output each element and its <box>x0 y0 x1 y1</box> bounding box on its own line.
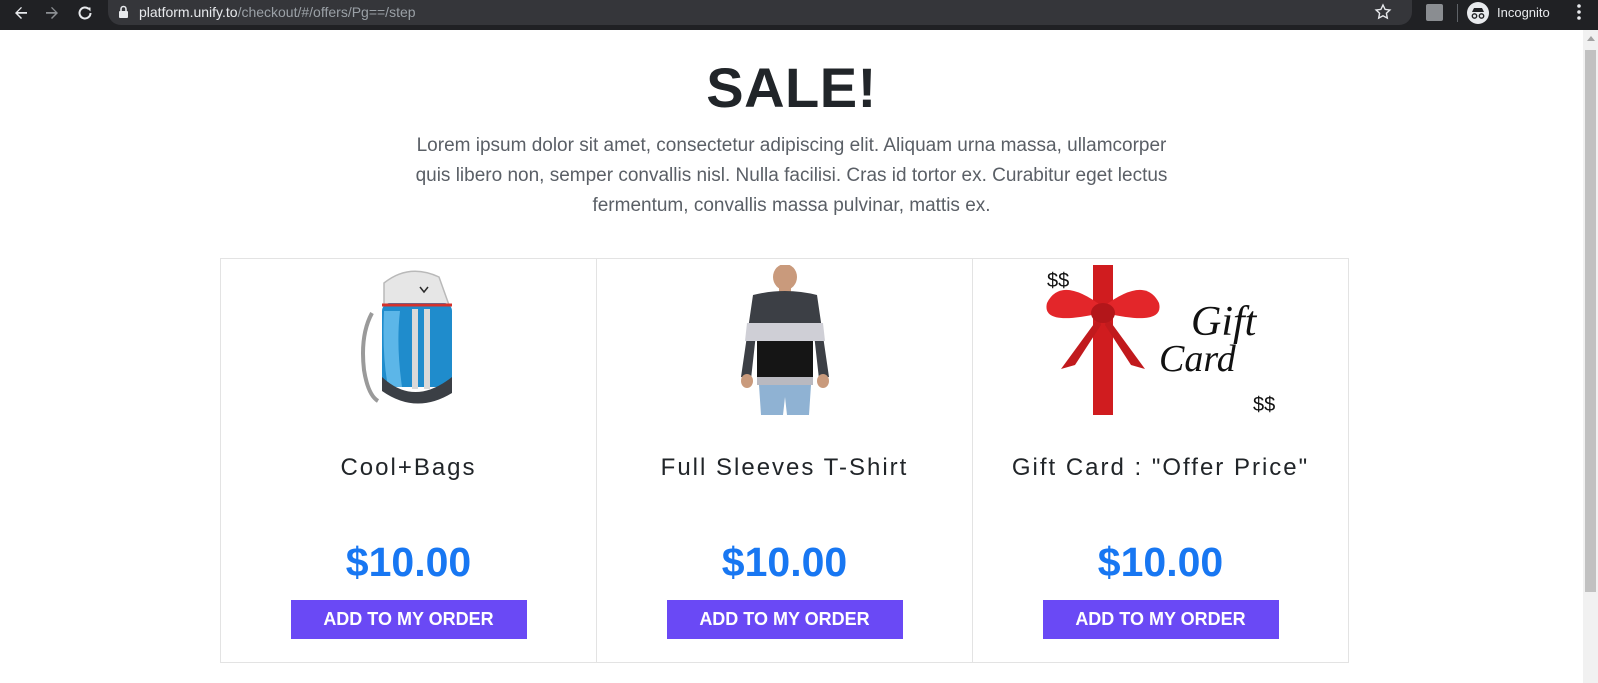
add-to-order-button[interactable]: ADD TO MY ORDER <box>290 600 527 639</box>
toolbar-divider <box>1457 4 1458 22</box>
browser-toolbar: platform.unify.to/checkout/#/offers/Pg==… <box>0 0 1598 30</box>
reload-icon[interactable] <box>70 0 100 26</box>
product-name: Cool+Bags <box>340 454 477 481</box>
product-price: $10.00 <box>1097 539 1224 585</box>
scrollbar-thumb[interactable] <box>1585 50 1596 592</box>
product-card: $$ $$ Gift Card Gift Card : "Offer Price… <box>973 259 1348 662</box>
product-price: $10.00 <box>721 539 848 585</box>
product-name: Full Sleeves T-Shirt <box>660 454 909 481</box>
incognito-icon <box>1467 1 1489 24</box>
backpack-image <box>221 265 596 415</box>
url-host: platform.unify.to <box>139 4 238 20</box>
url-path: /checkout/#/offers/Pg==/step <box>237 4 416 20</box>
page-description: Lorem ipsum dolor sit amet, consectetur … <box>415 135 1168 216</box>
product-card: Cool+Bags $10.00 ADD TO MY ORDER <box>221 259 597 662</box>
lock-icon <box>118 5 129 24</box>
page-scrollbar[interactable] <box>1583 30 1598 683</box>
more-menu-icon[interactable] <box>1576 3 1582 26</box>
url-text: platform.unify.to/checkout/#/offers/Pg==… <box>139 4 416 20</box>
gift-card-dollars-bottom: $$ <box>1253 394 1275 415</box>
extension-icon[interactable] <box>1426 4 1443 21</box>
bookmark-star-icon[interactable] <box>1374 3 1392 26</box>
forward-arrow-icon[interactable] <box>37 0 67 26</box>
add-to-order-button[interactable]: ADD TO MY ORDER <box>666 600 903 639</box>
add-to-order-button[interactable]: ADD TO MY ORDER <box>1042 600 1279 639</box>
incognito-label: Incognito <box>1497 5 1550 20</box>
tshirt-image <box>597 265 972 415</box>
product-price: $10.00 <box>345 539 472 585</box>
address-bar[interactable]: platform.unify.to/checkout/#/offers/Pg==… <box>108 0 1412 25</box>
back-arrow-icon[interactable] <box>6 0 36 26</box>
offer-grid: Cool+Bags $10.00 ADD TO MY ORDER Full Sl… <box>220 258 1349 663</box>
product-name: Gift Card : "Offer Price" <box>1011 454 1310 481</box>
incognito-indicator[interactable]: Incognito <box>1467 1 1550 24</box>
page-title: SALE! <box>706 56 877 119</box>
gift-card-image: $$ $$ Gift Card <box>973 265 1348 415</box>
gift-card-dollars-top: $$ <box>1047 270 1069 292</box>
scroll-up-arrow-icon[interactable] <box>1583 36 1598 46</box>
gift-card-card-word: Card <box>1159 338 1237 380</box>
product-card: Full Sleeves T-Shirt $10.00 ADD TO MY OR… <box>597 259 973 662</box>
